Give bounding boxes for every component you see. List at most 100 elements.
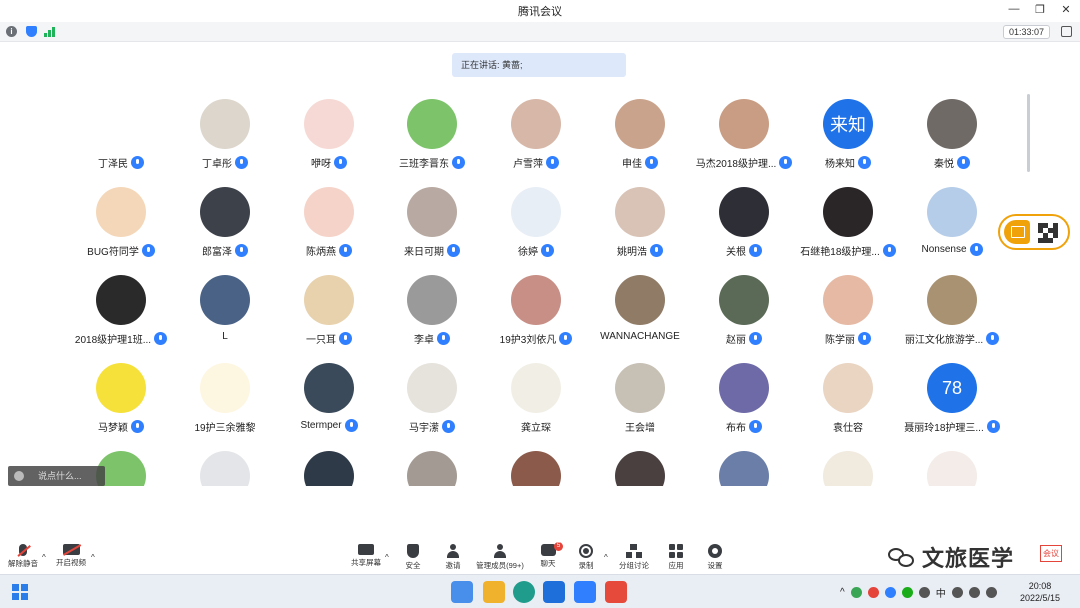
mail-icon[interactable] [543, 581, 565, 603]
wechat-tray-icon[interactable] [901, 587, 913, 598]
participant-name: 丽江文化旅游学... [904, 335, 984, 346]
participant-name: BUG符同学 [87, 247, 139, 258]
wps-office-icon[interactable] [605, 581, 627, 603]
participant-tile[interactable] [692, 448, 796, 486]
security-shield-icon[interactable] [26, 26, 37, 37]
participant-tile[interactable]: 2018级护理1班... [69, 272, 173, 360]
participant-tile[interactable]: 来知 杨来知 [796, 96, 900, 184]
manage-members-button[interactable]: 管理成员(99+) [476, 544, 524, 574]
participant-tile[interactable] [277, 448, 381, 486]
fullscreen-icon[interactable] [1061, 26, 1072, 37]
maximize-icon[interactable]: ❐ [1034, 3, 1046, 16]
invite-button[interactable]: 邀请 [430, 544, 476, 574]
photo-avatar [823, 275, 873, 325]
participant-tile[interactable]: 石继艳18级护理... [796, 184, 900, 272]
video-options-chevron-icon[interactable]: ^ [91, 553, 95, 562]
participant-tile[interactable] [588, 448, 692, 486]
participant-tile[interactable]: WANNACHANGE [588, 272, 692, 360]
participant-tile[interactable] [380, 448, 484, 486]
participant-tile[interactable]: 李卓 [380, 272, 484, 360]
close-icon[interactable]: ✕ [1060, 3, 1072, 16]
members-icon [493, 544, 507, 558]
wifi-icon[interactable] [951, 587, 963, 598]
participant-tile[interactable]: 陈学丽 [796, 272, 900, 360]
share-screen-button[interactable]: 共享屏幕 [343, 544, 389, 574]
qq-icon[interactable] [867, 587, 879, 598]
participant-tile[interactable]: 一只耳 [277, 272, 381, 360]
tray-chevron-icon[interactable]: ^ [840, 587, 845, 598]
mic-status-icon [986, 332, 1000, 345]
silhouette-avatar [407, 363, 457, 413]
ime-indicator[interactable]: 中 [936, 585, 946, 600]
system-clock[interactable]: 20:08 2022/5/15 [1012, 580, 1068, 604]
start-menu-icon[interactable] [12, 584, 28, 600]
participant-tile[interactable]: 姚明浩 [588, 184, 692, 272]
breakout-rooms-button[interactable]: 分组讨论 [611, 544, 657, 574]
participant-tile[interactable]: 马宇潆 [380, 360, 484, 448]
share-options-chevron-icon[interactable]: ^ [385, 553, 389, 562]
volume-icon[interactable] [968, 587, 980, 598]
participant-tile[interactable]: 王会增 [588, 360, 692, 448]
settings-button[interactable]: 设置 [692, 544, 738, 574]
tray-meeting-icon[interactable] [884, 587, 896, 598]
meeting-info-bar: i 01:33:07 [0, 22, 1080, 42]
participant-tile[interactable] [484, 448, 588, 486]
participant-name: 马杰2018级护理... [695, 159, 777, 170]
sign-in-icon[interactable] [1004, 220, 1030, 244]
participant-tile[interactable] [796, 448, 900, 486]
edge-browser-icon[interactable] [513, 581, 535, 603]
participant-tile[interactable]: L [173, 272, 277, 360]
unmute-button[interactable]: 解除静音 [0, 544, 46, 574]
participant-tile[interactable]: BUG符同学 [69, 184, 173, 272]
participant-tile[interactable]: 赵丽 [692, 272, 796, 360]
participant-tile[interactable] [900, 448, 1004, 486]
participant-name: 19护3刘依凡 [499, 335, 557, 346]
participant-tile[interactable]: 马杰2018级护理... [692, 96, 796, 184]
participant-tile[interactable]: 郎富泽 [173, 184, 277, 272]
battery-icon[interactable] [985, 587, 997, 598]
minimize-icon[interactable]: — [1008, 3, 1020, 16]
record-button[interactable]: 录制 [563, 544, 609, 574]
participant-tile[interactable]: Stermper [277, 360, 381, 448]
participant-tile[interactable]: 陈炳燕 [277, 184, 381, 272]
participant-name: 姚明浩 [617, 247, 647, 258]
participant-tile[interactable]: 龚立琛 [484, 360, 588, 448]
tencent-meeting-taskbar-icon[interactable] [574, 581, 596, 603]
participant-tile[interactable]: 关根 [692, 184, 796, 272]
members-label: 管理成员(99+) [476, 561, 524, 570]
participant-tile[interactable]: 三班李晋东 [380, 96, 484, 184]
qr-floating-widget[interactable] [998, 214, 1070, 250]
chat-input[interactable]: 说点什么... [8, 466, 105, 486]
record-options-chevron-icon[interactable]: ^ [604, 553, 608, 562]
participant-tile[interactable]: 秦悦 [900, 96, 1004, 184]
microphone-tray-icon[interactable] [918, 587, 930, 598]
participant-tile[interactable]: 徐婷 [484, 184, 588, 272]
participant-tile[interactable] [173, 448, 277, 486]
participant-tile[interactable]: 布布 [692, 360, 796, 448]
audio-options-chevron-icon[interactable]: ^ [42, 553, 46, 562]
participant-tile[interactable]: 78 聂丽玲18护理三... [900, 360, 1004, 448]
participant-tile[interactable]: 卢雪萍 [484, 96, 588, 184]
participant-tile[interactable]: 丁泽民 [69, 96, 173, 184]
participant-tile[interactable]: 丁卓彤 [173, 96, 277, 184]
file-explorer-icon[interactable] [483, 581, 505, 603]
tray-app-icon[interactable] [850, 587, 862, 598]
participant-tile[interactable]: 申佳 [588, 96, 692, 184]
apps-label: 应用 [668, 561, 684, 570]
participant-tile[interactable]: 丽江文化旅游学... [900, 272, 1004, 360]
start-button-icon[interactable] [451, 581, 473, 603]
participant-tile[interactable]: 19护三余雅黎 [173, 360, 277, 448]
network-signal-icon[interactable] [44, 26, 56, 37]
participant-tile[interactable]: Nonsense [900, 184, 1004, 272]
start-video-button[interactable]: 开启视频 [48, 544, 94, 574]
grid-scrollbar[interactable] [1027, 94, 1030, 172]
qr-code-icon[interactable] [1038, 223, 1058, 243]
participant-tile[interactable]: 咿呀 [277, 96, 381, 184]
mic-status-icon [442, 420, 455, 433]
participant-tile[interactable]: 马梦颖 [69, 360, 173, 448]
participant-tile[interactable]: 袁仕容 [796, 360, 900, 448]
record-label: 录制 [578, 561, 594, 570]
info-icon[interactable]: i [6, 26, 17, 37]
participant-tile[interactable]: 19护3刘依凡 [484, 272, 588, 360]
participant-tile[interactable]: 来日可期 [380, 184, 484, 272]
